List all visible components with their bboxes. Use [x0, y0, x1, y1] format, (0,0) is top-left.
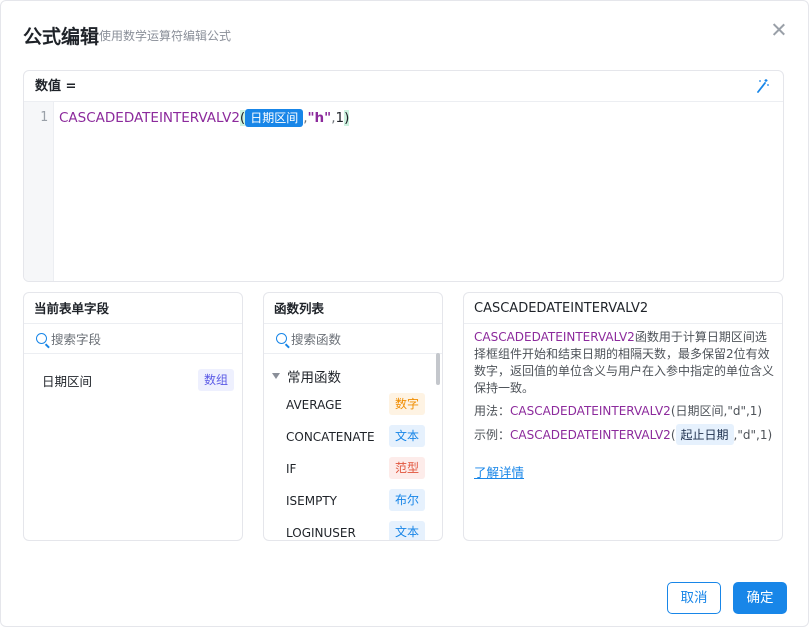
- dialog-subtitle: 使用数学运算符编辑公式: [99, 29, 232, 43]
- editor-label: 数值 =: [35, 79, 77, 94]
- editor-header: 数值 =: [24, 71, 783, 102]
- formula-field-chip[interactable]: 日期区间: [245, 109, 304, 127]
- help-panel: CASCADEDATEINTERVALV2 CASCADEDATEINTERVA…: [463, 292, 783, 541]
- function-group-label: 常用函数: [287, 370, 341, 386]
- formula-editor[interactable]: 数值 = 1 CASCADEDATEINTERVALV2(日期区间 ,"h",1): [23, 70, 784, 282]
- functions-panel: 函数列表 常用函数 AVERAGE 数字 CONCATENATE 文本 IF 范…: [263, 292, 443, 541]
- function-list: AVERAGE 数字 CONCATENATE 文本 IF 范型 ISEMPTY …: [264, 391, 434, 540]
- search-icon: [36, 333, 47, 344]
- formula-string-arg: "h": [307, 110, 332, 126]
- functions-panel-title: 函数列表: [264, 293, 442, 324]
- magic-wand-icon[interactable]: [755, 78, 769, 94]
- function-description: CASCADEDATEINTERVALV2函数用于计算日期区间选择框组件开始和结…: [474, 329, 774, 397]
- formula-close-paren: ): [344, 110, 350, 126]
- function-item[interactable]: ISEMPTY 布尔: [264, 487, 434, 519]
- function-name: LOGINUSER: [286, 526, 356, 540]
- function-name: AVERAGE: [286, 398, 342, 412]
- function-type-badge: 文本: [389, 425, 426, 447]
- formula-number-arg: 1: [335, 110, 345, 126]
- function-item[interactable]: IF 范型: [264, 455, 434, 487]
- line-gutter: 1: [24, 102, 54, 281]
- dialog-title: 公式编辑: [23, 26, 100, 48]
- search-icon: [276, 333, 287, 344]
- formula-dialog: 公式编辑 使用数学运算符编辑公式 数值 = 1 CASCADEDATEINTER…: [0, 0, 809, 627]
- function-item[interactable]: CONCATENATE 文本: [264, 423, 434, 455]
- line-number: 1: [40, 110, 48, 125]
- function-item[interactable]: AVERAGE 数字: [264, 391, 434, 423]
- function-type-badge: 布尔: [389, 489, 426, 511]
- caret-down-icon: [272, 373, 280, 379]
- usage-line: 用法：CASCADEDATEINTERVALV2(日期区间,"d",1): [474, 402, 762, 419]
- formula-code[interactable]: CASCADEDATEINTERVALV2(日期区间 ,"h",1): [59, 109, 350, 127]
- example-rest: ,"d",1): [733, 428, 773, 442]
- field-type-badge: 数组: [197, 369, 234, 391]
- field-search: [24, 324, 242, 354]
- usage-label: 用法：: [474, 404, 511, 418]
- example-label: 示例：: [474, 428, 511, 442]
- scrollbar[interactable]: [436, 353, 440, 385]
- function-name: CONCATENATE: [286, 430, 375, 444]
- cancel-button[interactable]: 取消: [667, 582, 721, 614]
- function-type-badge: 文本: [389, 521, 426, 540]
- function-name: ISEMPTY: [286, 494, 337, 508]
- close-icon[interactable]: [769, 20, 789, 40]
- help-panel-title: CASCADEDATEINTERVALV2: [464, 293, 782, 324]
- description-function: CASCADEDATEINTERVALV2: [474, 330, 635, 344]
- example-open: (: [670, 428, 676, 442]
- function-type-badge: 范型: [389, 457, 426, 479]
- function-type-badge: 数字: [389, 393, 426, 415]
- field-search-input[interactable]: [51, 330, 201, 348]
- formula-function: CASCADEDATEINTERVALV2: [59, 110, 240, 126]
- field-name: 日期区间: [42, 374, 93, 389]
- confirm-button[interactable]: 确定: [733, 582, 787, 614]
- field-item[interactable]: 日期区间 数组: [24, 366, 242, 392]
- function-name: IF: [286, 462, 297, 476]
- fields-panel: 当前表单字段 日期区间 数组: [23, 292, 243, 541]
- function-item[interactable]: LOGINUSER 文本: [264, 519, 434, 540]
- function-search-input[interactable]: [291, 330, 441, 348]
- usage-function: CASCADEDATEINTERVALV2: [510, 404, 671, 418]
- learn-more-link[interactable]: 了解详情: [474, 462, 524, 481]
- fields-panel-title: 当前表单字段: [24, 293, 242, 324]
- example-chip: 起止日期: [675, 424, 734, 445]
- function-search: [264, 324, 442, 354]
- example-line: 示例：CASCADEDATEINTERVALV2(起止日期 ,"d",1): [474, 424, 772, 445]
- function-group[interactable]: 常用函数: [272, 366, 341, 386]
- usage-args: (日期区间,"d",1): [670, 404, 763, 418]
- example-function: CASCADEDATEINTERVALV2: [510, 428, 671, 442]
